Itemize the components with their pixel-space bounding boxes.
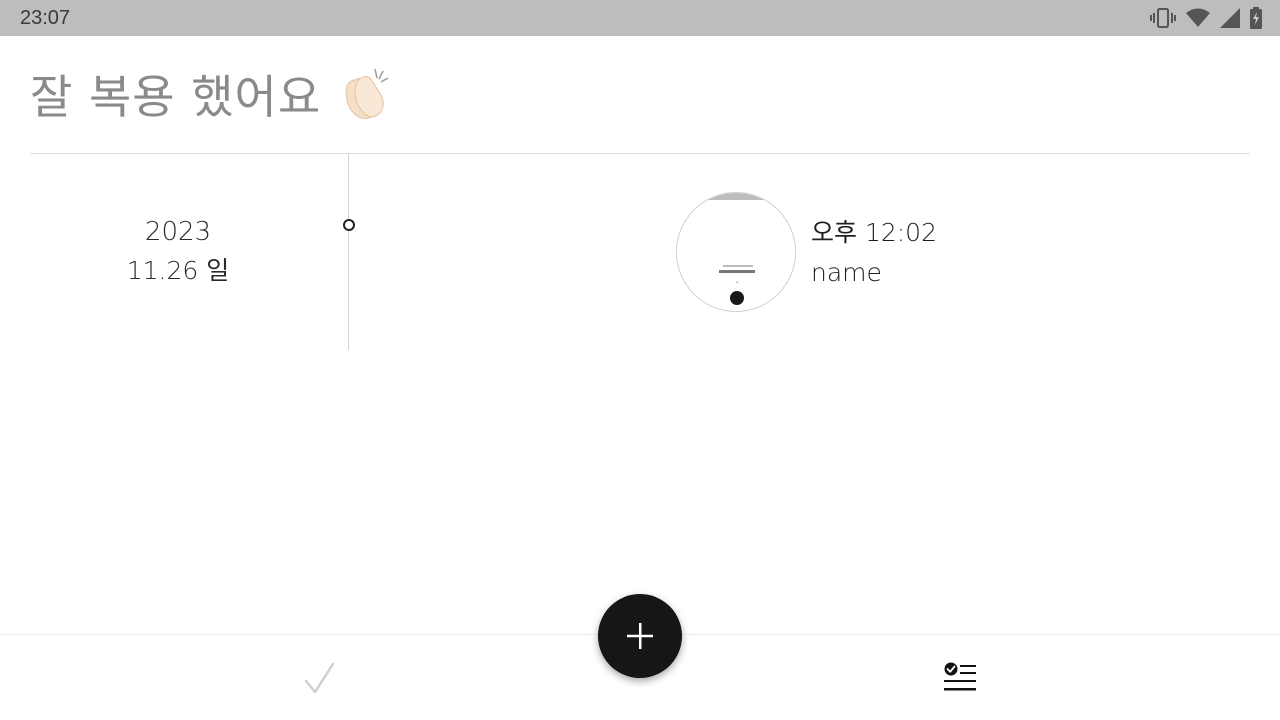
signal-icon — [1220, 8, 1240, 28]
photo-thumbnail[interactable]: ⌄ — [676, 192, 796, 312]
battery-icon — [1250, 7, 1262, 29]
wifi-icon — [1186, 8, 1210, 27]
vibrate-icon — [1150, 8, 1176, 28]
thumbnail-text-line — [723, 265, 753, 267]
entry-details: 오후 12:02 name — [811, 192, 937, 293]
thumbnail-text-line — [719, 270, 755, 273]
date-block: 2023 11.26 일 — [80, 212, 276, 290]
timeline-line — [348, 154, 349, 350]
timeline-entry[interactable]: ⌄ 오후 12:02 name — [676, 192, 937, 312]
timeline-dot — [343, 219, 355, 231]
thumbnail-button-dot — [730, 291, 744, 305]
thumbnail-statusbar — [677, 193, 795, 200]
checklist-icon[interactable] — [943, 662, 977, 694]
add-button[interactable] — [598, 594, 682, 678]
page-title: 잘 복용 했어요 — [30, 70, 322, 124]
date-year: 2023 — [144, 217, 212, 247]
check-icon[interactable] — [303, 660, 335, 696]
header-divider — [30, 153, 1250, 154]
status-icons — [1150, 6, 1262, 30]
status-bar: 23:07 — [0, 0, 1280, 36]
status-time: 23:07 — [20, 7, 71, 29]
clapping-hands-icon — [345, 68, 389, 120]
page-header: 잘 복용 했어요 — [30, 64, 393, 124]
date-day: 11.26 일 — [126, 256, 230, 285]
plus-icon — [627, 623, 653, 649]
entry-name: name — [811, 258, 882, 287]
thumbnail-chevron-icon: ⌄ — [734, 277, 740, 285]
entry-time: 오후 12:02 — [811, 218, 937, 247]
